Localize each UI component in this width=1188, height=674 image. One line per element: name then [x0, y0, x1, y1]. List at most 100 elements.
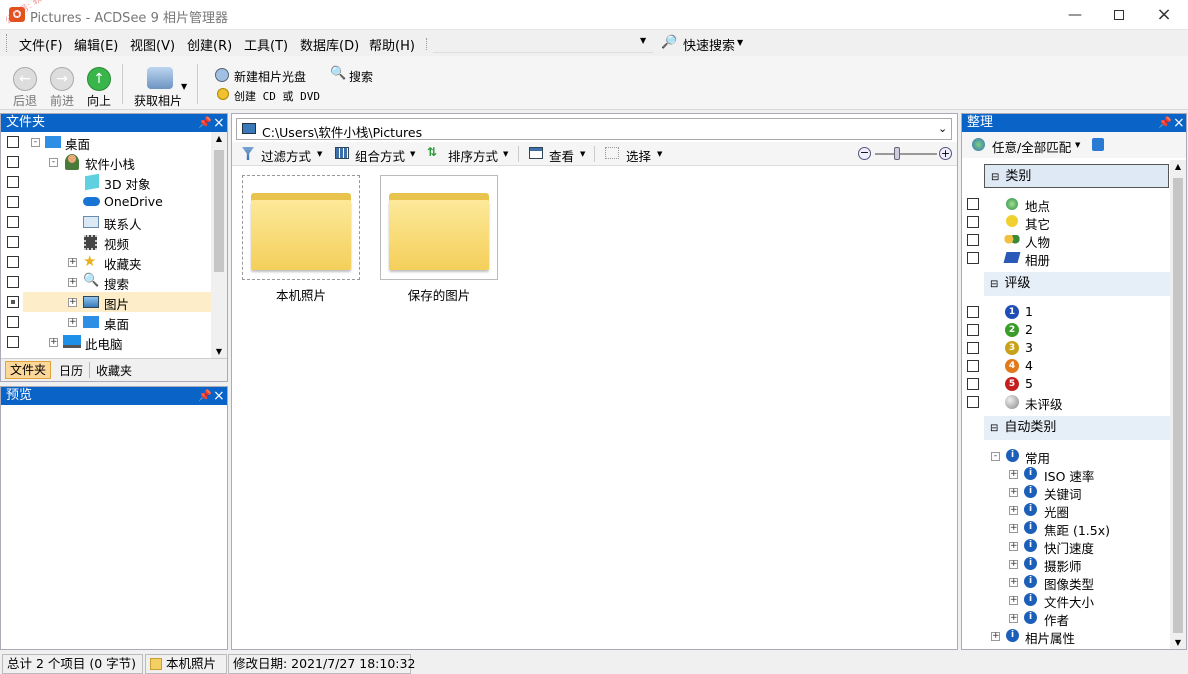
expand-icon[interactable]: + [1009, 596, 1018, 605]
path-bar[interactable]: C:\Users\软件小栈\Pictures ⌄ [236, 118, 952, 140]
pin-icon[interactable]: 📌 [198, 387, 212, 405]
auto-item-row[interactable]: + i 关键词 [962, 482, 1170, 502]
chevron-down-icon[interactable]: ▼ [317, 150, 322, 158]
rating-row[interactable]: 22 [962, 320, 1170, 340]
expand-icon[interactable]: + [49, 338, 58, 347]
menu-file[interactable]: 文件(F) [19, 35, 63, 54]
camera-icon[interactable] [147, 67, 173, 89]
quick-search-dropdown-icon[interactable]: ▼ [640, 36, 646, 45]
chevron-down-icon[interactable]: ▼ [181, 82, 187, 91]
close-icon[interactable]: × [213, 114, 225, 132]
auto-item-row[interactable]: + i 文件大小 [962, 590, 1170, 610]
up-arrow-icon[interactable]: ↑ [87, 67, 111, 91]
menu-create[interactable]: 创建(R) [187, 35, 232, 54]
expand-icon[interactable]: + [991, 632, 1000, 641]
tree-checkbox[interactable] [7, 296, 19, 308]
auto-item-row[interactable]: + i ISO 速率 [962, 464, 1170, 484]
chevron-down-icon[interactable]: ▼ [657, 150, 662, 158]
rating-checkbox[interactable] [967, 396, 979, 408]
close-icon[interactable]: × [213, 387, 225, 405]
collapse-icon[interactable]: - [31, 138, 40, 147]
tree-row[interactable]: OneDrive [1, 192, 211, 212]
folder-item-label[interactable]: 保存的图片 [380, 285, 498, 304]
chevron-down-icon[interactable]: ▼ [1075, 141, 1080, 149]
zoom-in-icon[interactable]: + [939, 147, 952, 160]
category-row[interactable]: 人物 [962, 230, 1170, 250]
tab-calendar[interactable]: 日历 [59, 362, 83, 379]
folder-item-thumb[interactable] [242, 175, 360, 280]
folder-item-thumb[interactable] [380, 175, 498, 280]
quick-search-input[interactable] [433, 33, 653, 53]
auto-item-row[interactable]: + i 快门速度 [962, 536, 1170, 556]
category-checkbox[interactable] [967, 198, 979, 210]
up-button[interactable]: 向上 [87, 92, 111, 109]
category-checkbox[interactable] [967, 234, 979, 246]
scrollbar-thumb[interactable] [1173, 178, 1183, 633]
tree-row[interactable]: - 软件小栈 [1, 152, 211, 172]
tree-row[interactable]: + 此电脑 [1, 332, 211, 352]
path-text[interactable]: C:\Users\软件小栈\Pictures [262, 122, 422, 141]
expand-icon[interactable]: + [1009, 614, 1018, 623]
rating-checkbox[interactable] [967, 342, 979, 354]
close-icon[interactable]: × [1173, 114, 1185, 132]
menu-edit[interactable]: 编辑(E) [74, 35, 118, 54]
tree-checkbox[interactable] [7, 176, 19, 188]
chevron-down-icon[interactable]: ▼ [737, 38, 743, 47]
tree-checkbox[interactable] [7, 336, 19, 348]
auto-categories-header[interactable]: ⊟ 自动类别 [984, 416, 1170, 440]
ratings-header[interactable]: ⊟ 评级 [984, 272, 1170, 296]
group-button[interactable]: 组合方式 [355, 146, 405, 165]
tree-row[interactable]: 视频 [1, 232, 211, 252]
rating-checkbox[interactable] [967, 324, 979, 336]
chevron-down-icon[interactable]: ▼ [410, 150, 415, 158]
back-button[interactable]: 后退 [13, 92, 37, 109]
collapse-icon[interactable]: - [49, 158, 58, 167]
auto-group-row[interactable]: - i 常用 [962, 446, 1170, 466]
expand-icon[interactable]: + [1009, 488, 1018, 497]
expand-icon[interactable]: + [68, 278, 77, 287]
minimize-button[interactable]: — [1052, 0, 1098, 30]
pin-icon[interactable]: 📌 [1158, 114, 1172, 132]
forward-button[interactable]: 前进 [50, 92, 74, 109]
search-icon[interactable]: 🔍 [330, 66, 346, 81]
auto-item-row[interactable]: + i 光圈 [962, 500, 1170, 520]
quick-search-icon[interactable]: 🔎 [661, 35, 677, 50]
view-button[interactable]: 查看 [549, 146, 574, 165]
tree-checkbox[interactable] [7, 256, 19, 268]
category-row[interactable]: 其它 [962, 212, 1170, 232]
tab-folders[interactable]: 文件夹 [5, 361, 52, 379]
tree-row[interactable]: - 桌面 [1, 132, 211, 152]
tree-checkbox[interactable] [7, 276, 19, 288]
folder-tree-scrollbar[interactable]: ▲ ▼ [211, 132, 227, 358]
menu-tools[interactable]: 工具(T) [244, 35, 288, 54]
scrollbar-thumb[interactable] [214, 150, 224, 272]
maximize-button[interactable] [1096, 0, 1142, 30]
tree-checkbox[interactable] [7, 196, 19, 208]
expand-icon[interactable]: + [68, 258, 77, 267]
quick-search-button[interactable]: 快速搜索 [683, 35, 735, 54]
forward-arrow-icon[interactable]: → [50, 67, 74, 91]
back-arrow-icon[interactable]: ← [13, 67, 37, 91]
tree-row[interactable]: 3D 对象 [1, 172, 211, 192]
new-photo-disc-button[interactable]: 新建相片光盘 [234, 68, 306, 85]
expand-icon[interactable]: + [1009, 578, 1018, 587]
expand-icon[interactable]: + [68, 318, 77, 327]
tree-row-selected[interactable]: + 图片 [1, 292, 211, 312]
rating-row[interactable]: 33 [962, 338, 1170, 358]
tab-favorites[interactable]: 收藏夹 [89, 362, 132, 378]
tree-checkbox[interactable] [7, 136, 19, 148]
menu-database[interactable]: 数据库(D) [300, 35, 359, 54]
sort-button[interactable]: 排序方式 [448, 146, 498, 165]
expand-icon[interactable]: + [1009, 560, 1018, 569]
match-mode-button[interactable]: 任意/全部匹配 [992, 137, 1071, 156]
category-row[interactable]: 相册 [962, 248, 1170, 268]
zoom-out-icon[interactable]: − [858, 147, 871, 160]
auto-item-row[interactable]: + i 作者 [962, 608, 1170, 628]
rating-row[interactable]: 55 [962, 374, 1170, 394]
tree-checkbox[interactable] [7, 156, 19, 168]
chevron-down-icon[interactable]: ⌄ [938, 122, 947, 135]
rating-checkbox[interactable] [967, 306, 979, 318]
tree-row[interactable]: + ★ 收藏夹 [1, 252, 211, 272]
photo-props-row[interactable]: + i 相片属性 [962, 626, 1170, 646]
tree-row[interactable]: 联系人 [1, 212, 211, 232]
